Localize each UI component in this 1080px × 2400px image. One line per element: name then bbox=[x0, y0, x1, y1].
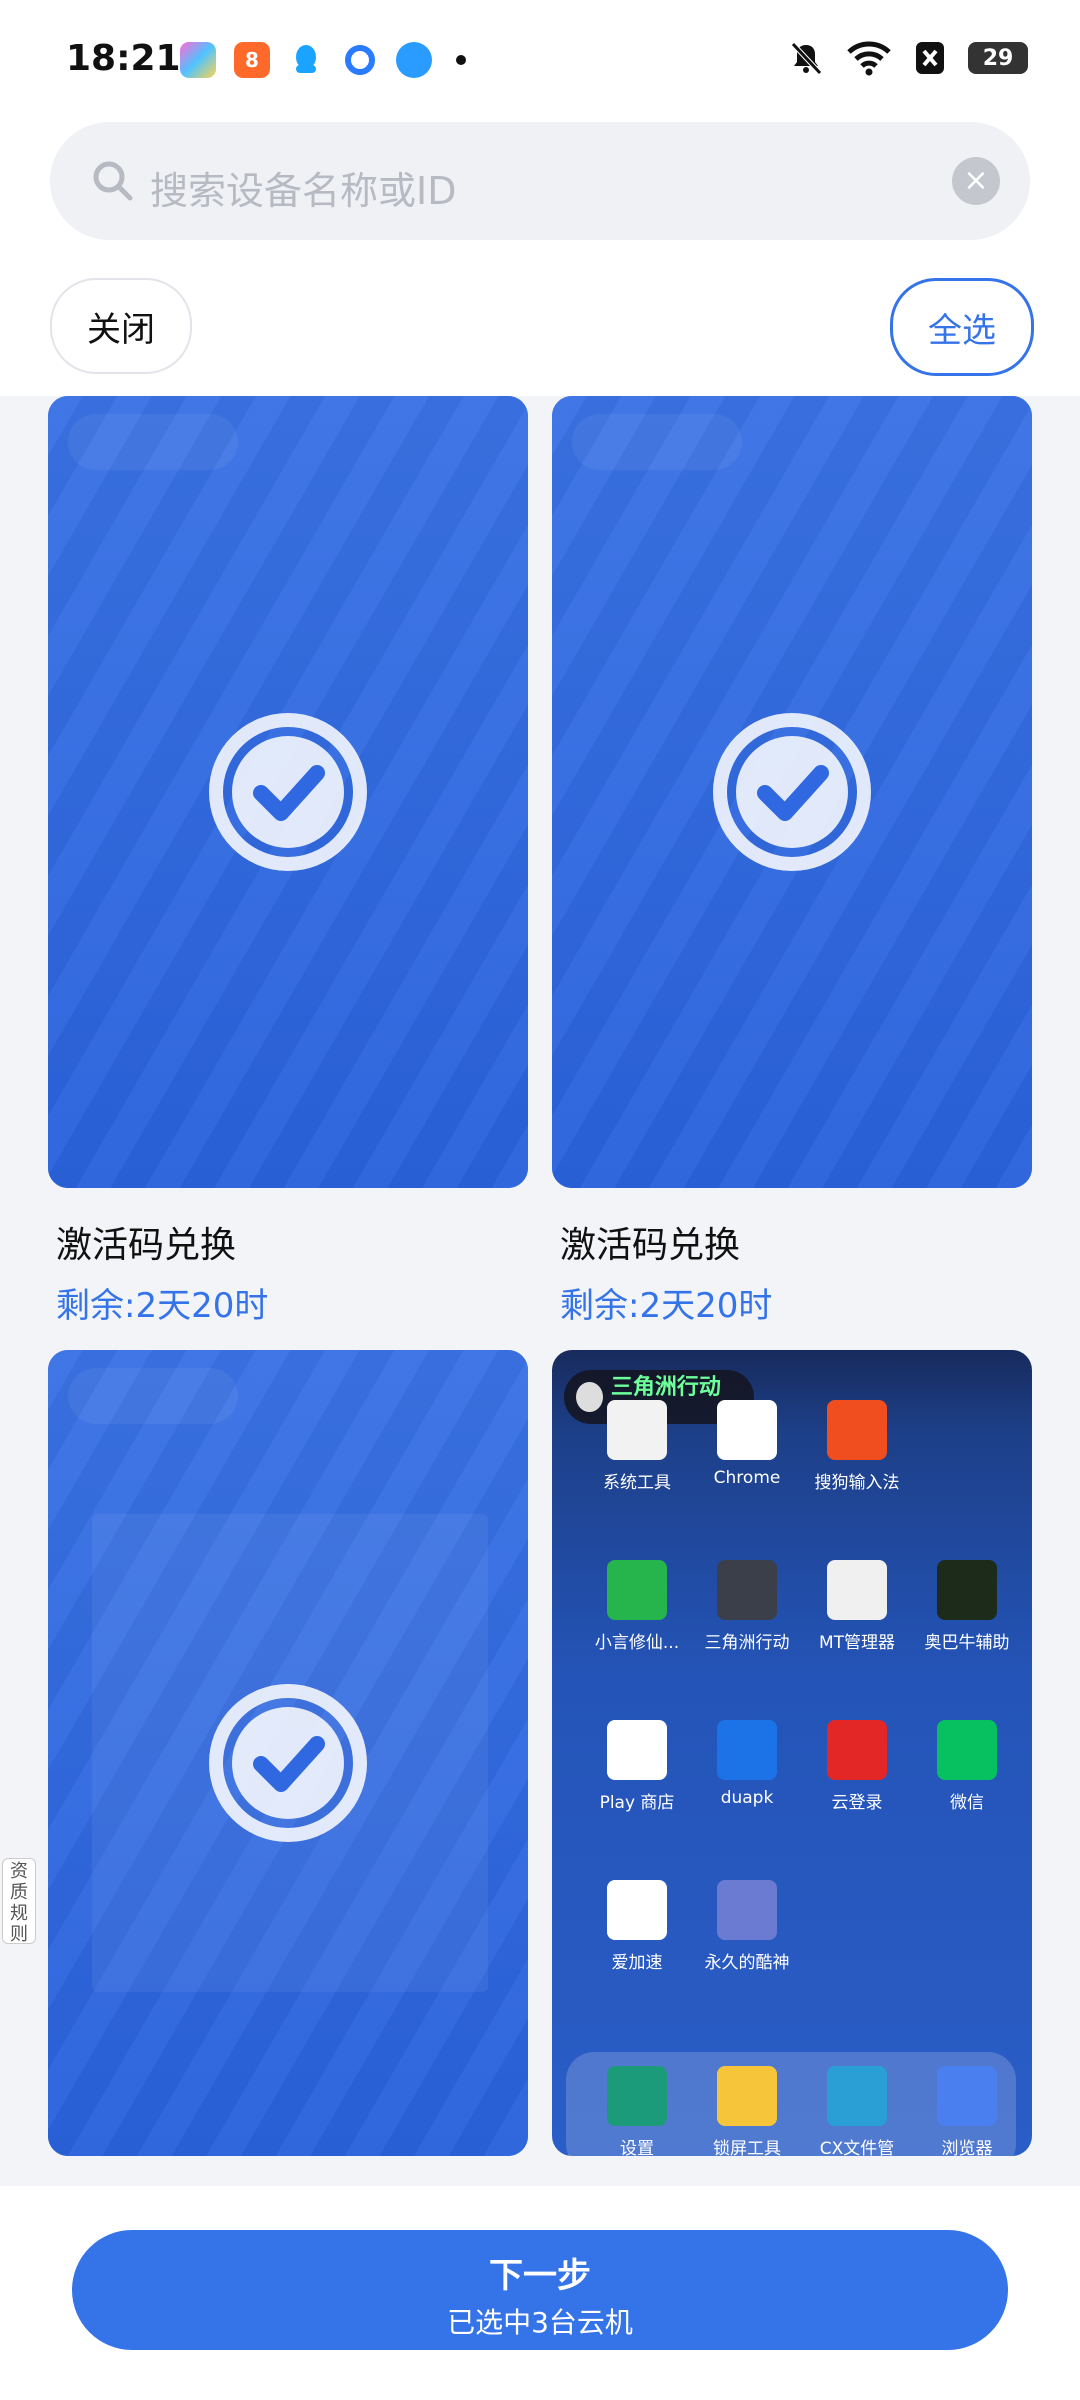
qq-notification-icon bbox=[288, 42, 324, 78]
app-label: 奥巴牛辅助 bbox=[924, 1633, 1010, 1653]
close-button[interactable]: 关闭 bbox=[50, 278, 192, 374]
mt-icon bbox=[827, 1560, 887, 1620]
device-remaining: 剩余:2天20时 bbox=[56, 1286, 269, 1326]
browser-icon bbox=[937, 2066, 997, 2126]
mute-icon bbox=[791, 42, 822, 75]
settings-icon bbox=[607, 2066, 667, 2126]
app-label: MT管理器 bbox=[818, 1633, 896, 1653]
chrome-icon bbox=[717, 1400, 777, 1460]
top-panel: 18:21 8 29 搜索设备名称或ID × 关闭 全选 bbox=[0, 0, 1080, 396]
bottom-bar: 下一步 已选中3台云机 bbox=[0, 2186, 1080, 2400]
app-label: 搜狗输入法 bbox=[814, 1473, 900, 1493]
app-wechat[interactable]: 微信 bbox=[912, 1720, 1022, 1813]
app-label: Play 商店 bbox=[599, 1793, 675, 1813]
play-store-icon bbox=[607, 1720, 667, 1780]
dock-app-cx-file[interactable]: CX文件管 bbox=[802, 2066, 912, 2156]
app-label: 微信 bbox=[950, 1793, 984, 1813]
dock-app-toolbox[interactable]: 锁屏工具 bbox=[692, 2066, 802, 2156]
app-mt[interactable]: MT管理器 bbox=[802, 1560, 912, 1653]
browser-notification-icon bbox=[342, 42, 378, 78]
app-label: 三角洲行动 bbox=[704, 1633, 790, 1653]
gallery-notification-icon bbox=[180, 42, 216, 78]
notification-icons: 8 bbox=[180, 42, 466, 78]
system-tools-icon bbox=[607, 1400, 667, 1460]
thumbnail-badge bbox=[68, 414, 238, 470]
app-chrome[interactable]: Chrome bbox=[692, 1400, 802, 1488]
dock-app-browser[interactable]: 浏览器 bbox=[912, 2066, 1022, 2156]
app-ultraman[interactable]: 永久的酷神 bbox=[692, 1880, 802, 1973]
status-bar: 18:21 8 29 bbox=[0, 0, 1080, 118]
tree-icon bbox=[937, 1560, 997, 1620]
system-indicators: 29 bbox=[788, 40, 1028, 76]
app-label: Chrome bbox=[713, 1468, 781, 1488]
android-icon bbox=[607, 1560, 667, 1620]
app-label: 爱加速 bbox=[611, 1953, 663, 1973]
app-label: 浏览器 bbox=[941, 2139, 993, 2156]
app-label: 小言修仙... bbox=[594, 1633, 680, 1653]
status-time: 18:21 bbox=[66, 38, 181, 79]
app-label: 云登录 bbox=[831, 1793, 883, 1813]
next-step-label: 下一步 bbox=[489, 2256, 591, 2296]
qualification-rules-tab[interactable]: 资质规则 bbox=[2, 1858, 36, 1945]
selected-check-icon bbox=[713, 713, 871, 871]
signal-x-icon bbox=[916, 42, 944, 74]
sogou-icon bbox=[827, 1400, 887, 1460]
device-title: 激活码兑换 bbox=[56, 1225, 237, 1266]
dock-app-settings[interactable]: 设置 bbox=[582, 2066, 692, 2156]
battery-indicator: 29 bbox=[968, 42, 1028, 74]
cx-file-icon bbox=[827, 2066, 887, 2126]
device-title: 激活码兑换 bbox=[560, 1225, 741, 1266]
app-game[interactable]: 三角洲行动 bbox=[692, 1560, 802, 1653]
app-duapk[interactable]: duapk bbox=[692, 1720, 802, 1808]
next-step-button[interactable]: 下一步 已选中3台云机 bbox=[72, 2230, 1008, 2350]
device-remaining: 剩余:2天20时 bbox=[560, 1286, 773, 1326]
duapk-icon bbox=[717, 1720, 777, 1780]
app-sogou[interactable]: 搜狗输入法 bbox=[802, 1400, 912, 1493]
selected-count-text: 已选中3台云机 bbox=[447, 2306, 633, 2339]
app-label: 系统工具 bbox=[603, 1473, 671, 1493]
search-input[interactable]: 搜索设备名称或ID bbox=[150, 160, 456, 215]
clear-icon[interactable]: × bbox=[952, 157, 1000, 205]
device-card[interactable] bbox=[552, 396, 1032, 1188]
device-card[interactable] bbox=[48, 1350, 528, 2156]
cloud-login-icon bbox=[827, 1720, 887, 1780]
device-card[interactable] bbox=[48, 396, 528, 1188]
app-tree[interactable]: 奥巴牛辅助 bbox=[912, 1560, 1022, 1653]
game-icon bbox=[717, 1560, 777, 1620]
app-label: 设置 bbox=[620, 2139, 654, 2156]
wechat-icon bbox=[937, 1720, 997, 1780]
app-cloud-login[interactable]: 云登录 bbox=[802, 1720, 912, 1813]
search-bar[interactable]: 搜索设备名称或ID × bbox=[50, 122, 1030, 240]
app-label: 锁屏工具 bbox=[713, 2139, 781, 2156]
thumbnail-badge bbox=[68, 1368, 238, 1424]
app-label: 永久的酷神 bbox=[704, 1953, 790, 1973]
app-android[interactable]: 小言修仙... bbox=[582, 1560, 692, 1653]
app2-notification-icon bbox=[396, 42, 432, 78]
ultraman-icon bbox=[717, 1880, 777, 1940]
app-system-tools[interactable]: 系统工具 bbox=[582, 1400, 692, 1493]
app-accelerate[interactable]: 爱加速 bbox=[582, 1880, 692, 1973]
app-play-store[interactable]: Play 商店 bbox=[582, 1720, 692, 1813]
remote-device-screen[interactable]: 三角洲行动 Pro 系统工具Chrome搜狗输入法小言修仙...三角洲行动MT管… bbox=[552, 1350, 1032, 2156]
accelerate-icon bbox=[607, 1880, 667, 1940]
selected-check-icon bbox=[209, 1684, 367, 1842]
app-label: duapk bbox=[720, 1788, 774, 1808]
app-notification-icon: 8 bbox=[234, 42, 270, 78]
selected-check-icon bbox=[209, 713, 367, 871]
more-notifications-dot bbox=[456, 55, 466, 65]
thumbnail-badge bbox=[572, 414, 742, 470]
toolbox-icon bbox=[717, 2066, 777, 2126]
wifi-icon bbox=[847, 41, 891, 76]
app-label: CX文件管 bbox=[819, 2139, 895, 2156]
search-icon bbox=[93, 161, 133, 201]
select-all-button[interactable]: 全选 bbox=[890, 278, 1034, 376]
